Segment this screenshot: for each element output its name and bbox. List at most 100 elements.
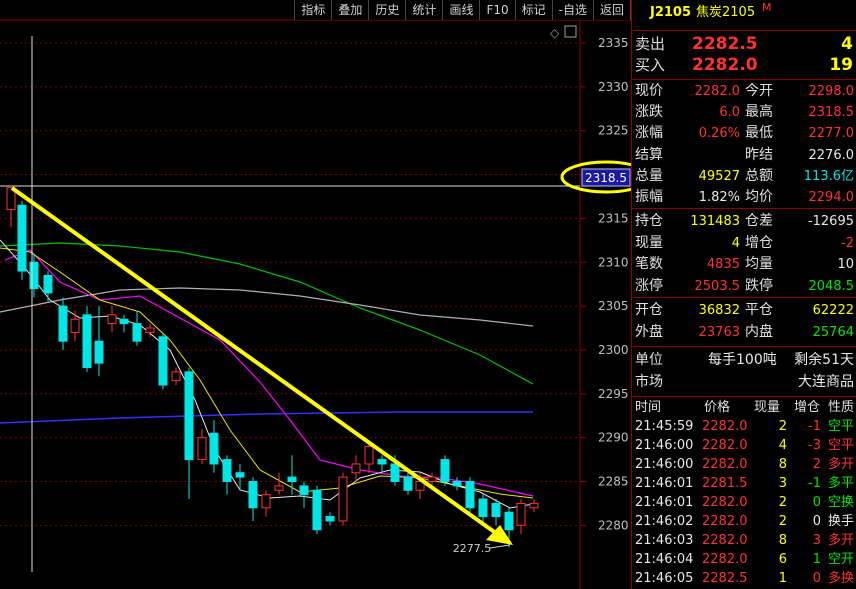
field-value: 62222	[812, 303, 854, 318]
price-axis-labels: 2335233023252320231523102305230022952290…	[580, 36, 629, 532]
field-label: 外盘	[635, 324, 663, 340]
trade-price: 2282.5	[702, 571, 748, 586]
trade-price: 2282.0	[702, 514, 748, 529]
trade-time: 21:46:02	[635, 514, 694, 529]
trade-row[interactable]: 21:46:02 2282.0 2 0 换手	[632, 512, 856, 531]
low-price-pointer	[489, 544, 511, 549]
field-label: 振幅	[635, 189, 663, 205]
trade-oi-change: 0	[812, 571, 821, 586]
candle-body-up	[529, 502, 539, 509]
toolbar-button[interactable]: -自选	[552, 0, 594, 20]
candle-body-down	[43, 274, 53, 294]
quote-row: 笔数 4835 均量 10	[632, 254, 856, 275]
low-price-label: 2277.5	[453, 542, 492, 555]
field-label: 现量	[635, 234, 663, 251]
trade-time: 21:46:05	[635, 571, 694, 586]
candle-body-down	[403, 476, 413, 491]
candle-body-up	[261, 494, 271, 509]
field-value: 6.0	[719, 105, 740, 121]
field-value: 2048.5	[808, 278, 855, 294]
toolbar-button[interactable]: 标记	[515, 0, 553, 20]
field-label: 均价	[745, 189, 773, 205]
field-value: -12695	[807, 214, 854, 229]
trade-price: 2281.5	[702, 476, 748, 491]
field-value: 2318.5	[808, 105, 855, 121]
trade-oi-change: -3	[808, 438, 821, 453]
unit-label: 单位	[635, 352, 663, 368]
field-value: 131483	[690, 214, 740, 229]
toolbar-button[interactable]: 叠加	[332, 0, 370, 20]
candle-body-down	[82, 314, 92, 368]
toolbar-button[interactable]: 返回	[593, 0, 631, 20]
field-label: 今开	[745, 83, 773, 99]
field-value: 23763	[698, 325, 740, 340]
candle-body-up	[274, 485, 284, 491]
trade-time: 21:45:59	[635, 419, 694, 434]
candle-body-up	[197, 437, 207, 461]
quote-row: 涨跌 6.0 最高 2318.5	[632, 102, 856, 123]
quote-row: 涨幅 0.26% 最低 2277.0	[632, 123, 856, 144]
trade-row[interactable]: 21:46:03 2282.0 8 3 多开	[632, 531, 856, 550]
trade-price: 2282.0	[702, 533, 748, 548]
field-label: 现价	[635, 83, 663, 99]
trade-volume: 1	[778, 571, 787, 586]
candle-body-down	[299, 485, 309, 496]
toolbar-button[interactable]: 历史	[369, 0, 407, 20]
trade-row[interactable]: 21:46:04 2282.0 6 1 空开	[632, 550, 856, 569]
trade-price: 2282.0	[702, 438, 748, 453]
trade-nature: 换手	[828, 514, 855, 529]
candle-body-up	[107, 314, 117, 325]
field-value: 10	[837, 257, 854, 272]
price-tick-label: 2310	[598, 255, 629, 269]
candle-body-down	[377, 459, 387, 465]
trade-row[interactable]: 21:46:01 2281.5 3 -1 多平	[632, 474, 856, 493]
kline-chart-canvas[interactable]: 2335233023252320231523102305230022952290…	[0, 0, 631, 589]
scroll-box-icon	[564, 25, 577, 38]
trade-nature: 多换	[828, 571, 855, 586]
field-label: 涨跌	[635, 104, 663, 121]
trade-volume: 8	[778, 457, 787, 472]
contract-code: J2105	[650, 5, 692, 20]
candle-body-down	[29, 261, 39, 290]
field-label: 涨停	[635, 277, 663, 294]
trade-oi-change: 3	[812, 533, 821, 548]
field-label: 笔数	[635, 256, 663, 272]
trade-volume: 2	[778, 495, 787, 510]
market-label: 市场	[635, 374, 663, 390]
trade-header-time: 时间	[635, 400, 662, 415]
trade-volume: 4	[778, 438, 787, 453]
field-value: 0.26%	[698, 126, 740, 142]
toolbar-button[interactable]: 画线	[443, 0, 481, 20]
trade-row[interactable]: 21:45:59 2282.0 2 -1 空平	[632, 417, 856, 436]
trade-row[interactable]: 21:46:00 2282.0 4 -3 空平	[632, 436, 856, 455]
candle-body-down	[491, 502, 501, 518]
trade-row[interactable]: 21:46:00 2282.0 8 2 多开	[632, 455, 856, 474]
ask-label: 卖出	[635, 35, 666, 53]
trade-row[interactable]: 21:46:01 2282.0 2 0 空换	[632, 493, 856, 512]
kline-chart[interactable]: 2335233023252320231523102305230022952290…	[0, 0, 631, 589]
candle-body-down	[504, 511, 514, 531]
bid-price: 2282.0	[692, 55, 758, 75]
trade-row[interactable]: 21:46:05 2282.5 1 0 多换	[632, 569, 856, 588]
field-label: 总额	[745, 167, 773, 184]
field-label: 持仓	[635, 213, 663, 229]
candle-body-down	[58, 305, 68, 342]
ma-line-gray	[0, 287, 534, 327]
field-label: 平仓	[745, 302, 773, 318]
candle-body-down	[119, 318, 129, 325]
field-label: 结算	[635, 146, 663, 163]
trade-nature: 空平	[828, 419, 855, 434]
toolbar-button[interactable]: 指标	[295, 0, 333, 20]
toolbar-button[interactable]: 统计	[406, 0, 444, 20]
quote-row: 结算 昨结 2276.0	[632, 145, 856, 166]
price-tick-label: 2290	[598, 431, 629, 445]
trade-price: 2282.0	[702, 457, 748, 472]
unit-value: 每手100吨	[708, 352, 777, 368]
candle-body-up	[70, 318, 80, 333]
bid-volume: 19	[829, 55, 853, 75]
ma-line-yellow	[0, 247, 534, 499]
quote-row: 开仓 36832 平仓 62222	[632, 300, 856, 321]
field-value: 25764	[812, 325, 854, 340]
trade-oi-change: 1	[812, 552, 821, 567]
toolbar-button[interactable]: F10	[480, 0, 516, 20]
